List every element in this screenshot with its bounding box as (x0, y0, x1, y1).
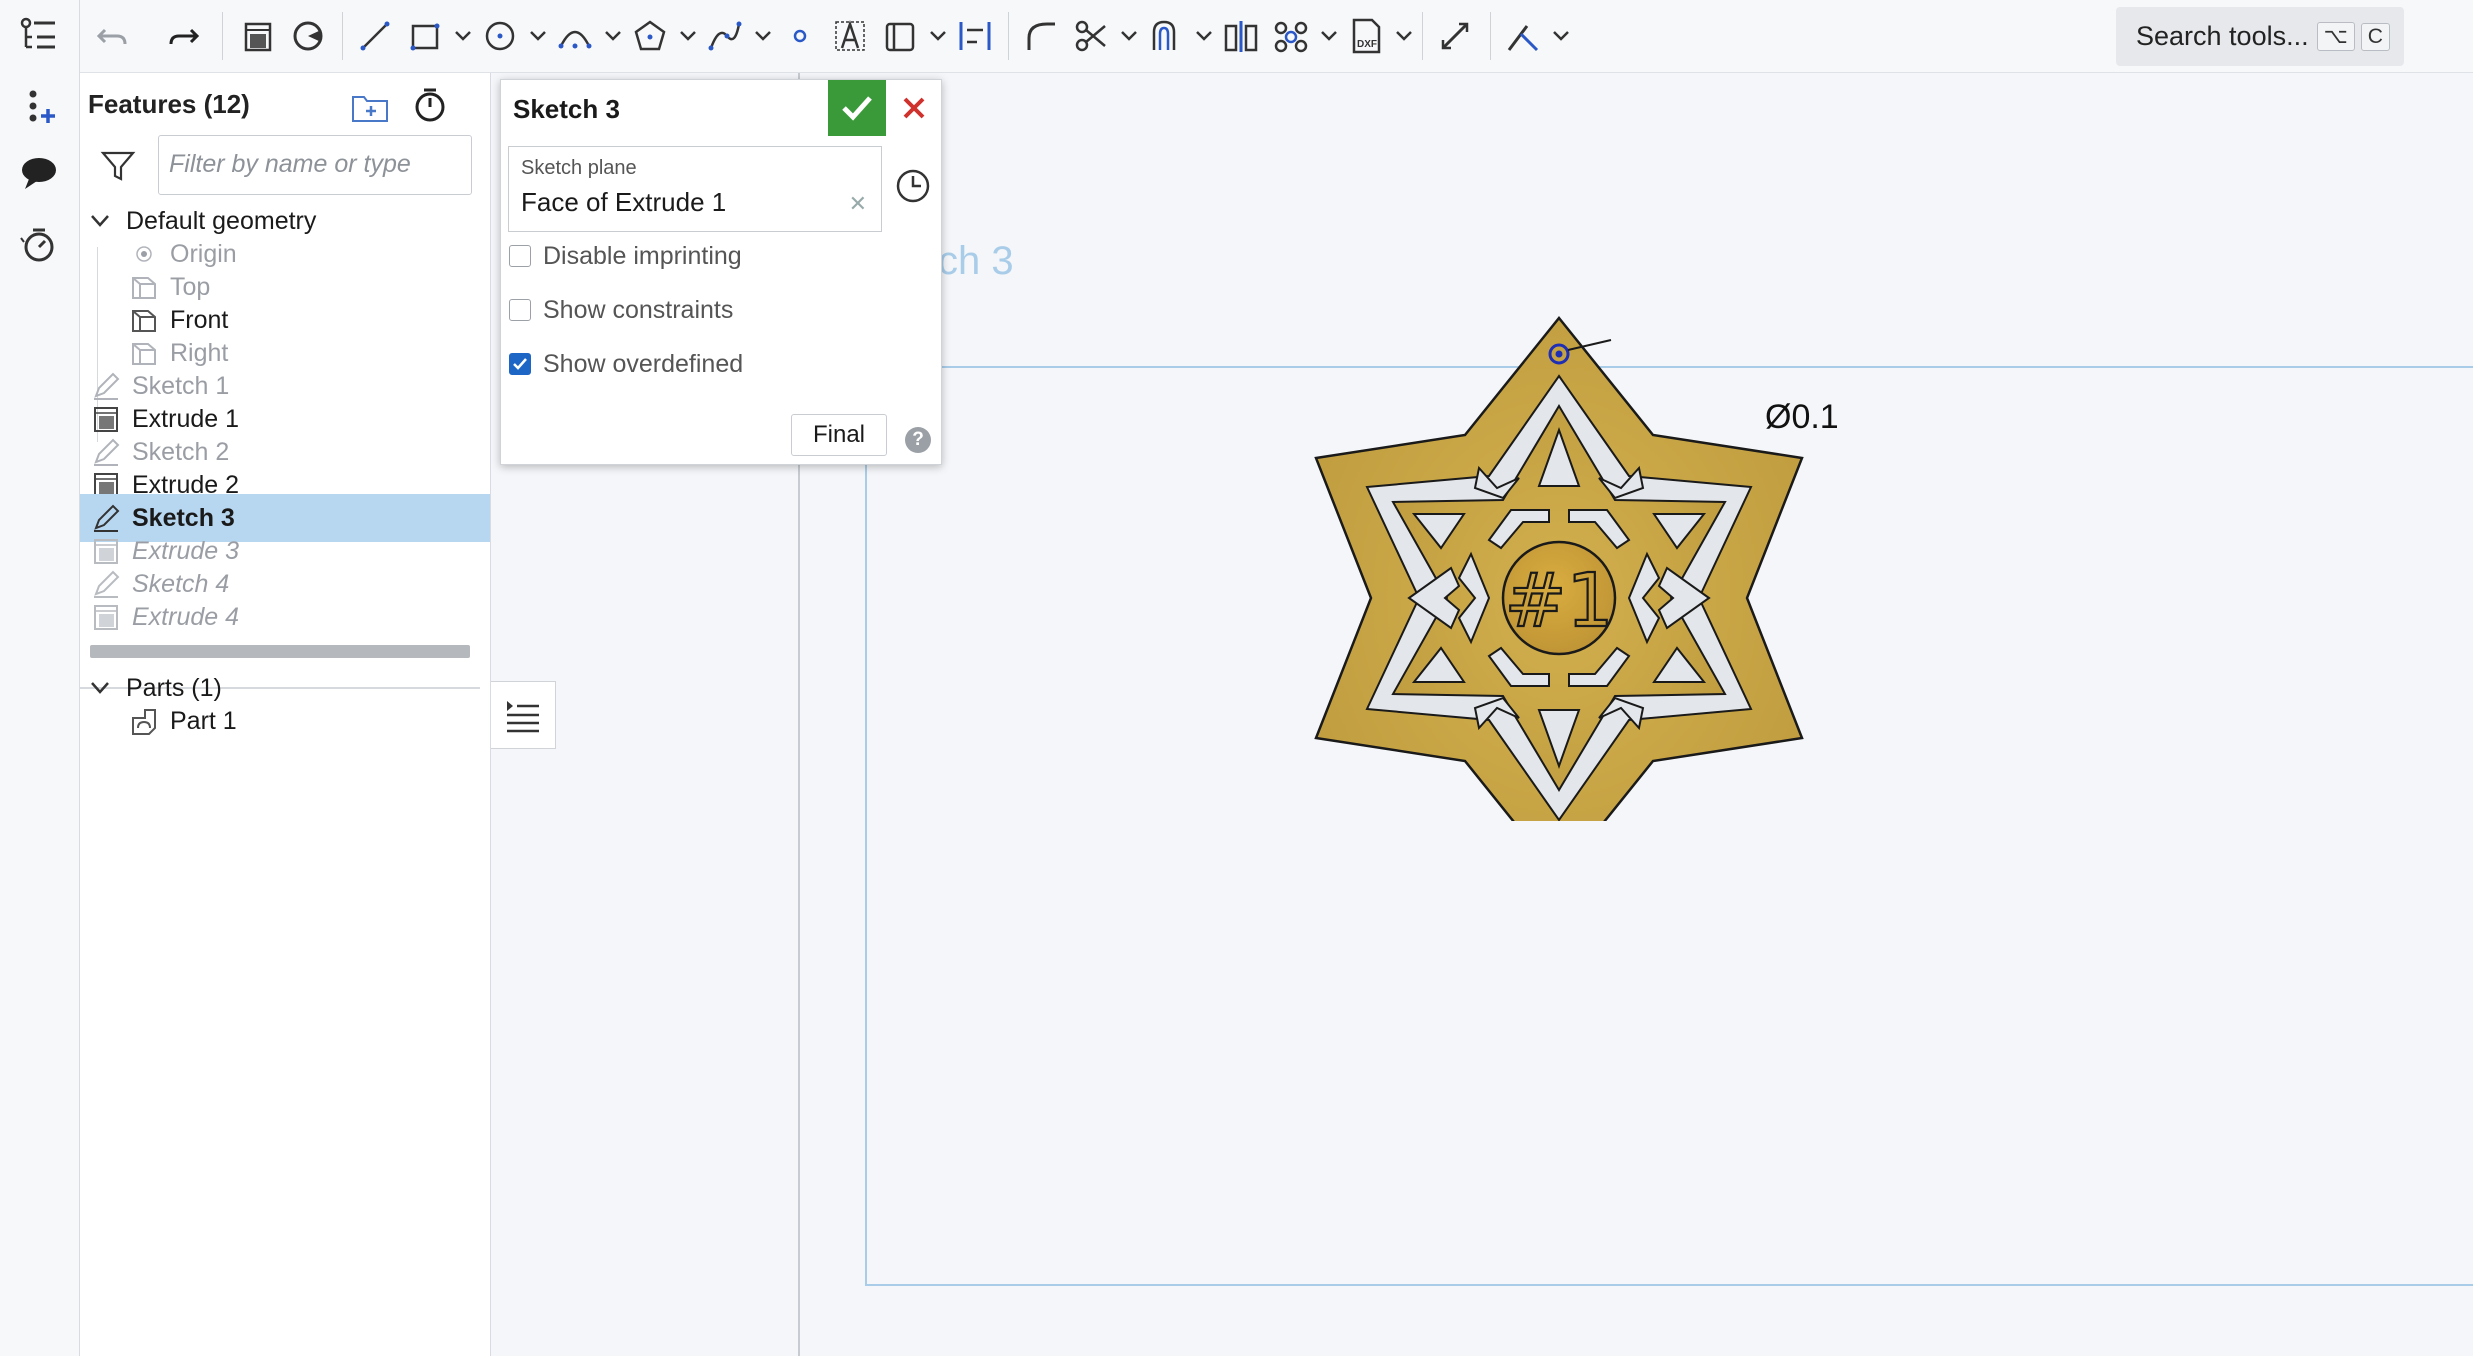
dialog-title: Sketch 3 (513, 94, 620, 124)
rollback-bar[interactable] (90, 645, 470, 658)
circle-icon[interactable] (477, 13, 523, 59)
add-variable-icon[interactable] (16, 83, 62, 129)
cancel-button[interactable] (886, 80, 941, 136)
shortcut-key-option: ⌥ (2316, 22, 2355, 51)
line-icon[interactable] (352, 13, 398, 59)
offset-icon[interactable] (1143, 13, 1189, 59)
timer-icon[interactable] (16, 222, 62, 268)
check-icon (842, 96, 872, 121)
extrude-feature-icon (90, 601, 122, 633)
intersect-icon[interactable] (1500, 13, 1546, 59)
pattern-dropdown-chevron-down-icon[interactable] (1318, 22, 1340, 50)
sketch-dialog: Sketch 3 Sketch plane Face of Extrude 1 … (500, 79, 942, 465)
list-indent-icon (507, 701, 539, 733)
trim-dropdown-chevron-down-icon[interactable] (1118, 22, 1140, 50)
show-overdefined-checkbox[interactable]: Show overdefined (509, 346, 743, 382)
fillet-icon[interactable] (1018, 13, 1064, 59)
construction-dropdown-chevron-down-icon[interactable] (927, 22, 949, 50)
center-number: #1 (1504, 558, 1613, 644)
circle-dropdown-chevron-down-icon[interactable] (527, 22, 549, 50)
history-clock-icon[interactable] (893, 166, 933, 206)
chevron-down-icon[interactable] (90, 681, 110, 695)
filter-input[interactable]: Filter by name or type (158, 135, 472, 195)
part-label: Part 1 (170, 706, 237, 735)
show-overdefined-label: Show overdefined (543, 349, 744, 378)
close-icon (903, 97, 924, 119)
redo-icon[interactable] (160, 13, 206, 59)
undo-icon[interactable] (90, 13, 136, 59)
spline-dropdown-chevron-down-icon[interactable] (752, 22, 774, 50)
chevron-down-icon[interactable] (90, 214, 110, 228)
comments-icon[interactable] (16, 150, 62, 196)
text-icon[interactable] (827, 13, 873, 59)
arc-icon[interactable] (552, 13, 598, 59)
trim-icon[interactable] (1068, 13, 1114, 59)
revolve-icon[interactable] (285, 13, 331, 59)
feature-label: Extrude 4 (132, 602, 240, 631)
checkbox-box (509, 245, 531, 267)
dxf-dropdown-chevron-down-icon[interactable] (1393, 22, 1415, 50)
arc-dropdown-chevron-down-icon[interactable] (602, 22, 624, 50)
part-1-item[interactable]: Part 1 (128, 697, 528, 745)
svg-text:DXF: DXF (1357, 39, 1377, 50)
intersect-dropdown-chevron-down-icon[interactable] (1550, 22, 1572, 50)
star-medallion: #1 (1314, 316, 1804, 821)
checkbox-checked (509, 353, 531, 375)
accept-button[interactable] (828, 80, 886, 136)
pattern-icon[interactable] (1268, 13, 1314, 59)
offset-dropdown-chevron-down-icon[interactable] (1193, 22, 1215, 50)
mirror-icon[interactable] (1218, 13, 1264, 59)
transform-icon[interactable] (1432, 13, 1478, 59)
disable-imprinting-label: Disable imprinting (543, 241, 742, 270)
search-tools-label: Search tools... (2136, 21, 2309, 51)
rollback-timer-icon[interactable] (410, 85, 450, 125)
help-icon[interactable]: ? (905, 427, 931, 453)
polygon-icon[interactable] (627, 13, 673, 59)
show-constraints-label: Show constraints (543, 295, 734, 324)
toolbar: DXF Search tools... ⌥ C (80, 0, 2473, 73)
part-icon (128, 705, 160, 737)
features-title: Features (12) (88, 89, 250, 119)
show-constraints-checkbox[interactable]: Show constraints (509, 292, 733, 328)
disable-imprinting-checkbox[interactable]: Disable imprinting (509, 238, 742, 274)
feature-extrude-4[interactable]: Extrude 4 (90, 593, 490, 641)
rectangle-icon[interactable] (402, 13, 448, 59)
feature-panel: Features (12) Filter by name or type Def… (80, 73, 491, 1356)
align-icon[interactable] (952, 13, 998, 59)
final-button[interactable]: Final (791, 414, 887, 456)
sketch-circle-center[interactable] (1555, 350, 1563, 358)
add-folder-icon[interactable] (350, 89, 390, 125)
shortcut-key-c: C (2360, 22, 2390, 51)
clear-selection-icon[interactable]: ✕ (849, 191, 867, 217)
sketch-plane-field[interactable]: Sketch plane Face of Extrude 1 ✕ (508, 146, 882, 232)
extrude-icon[interactable] (235, 13, 281, 59)
sketch-plane-value: Face of Extrude 1 (521, 187, 727, 217)
sketch-plane-label: Sketch plane (521, 157, 637, 179)
left-app-strip (0, 0, 80, 1356)
diameter-dimension[interactable]: Ø0.1 (1765, 398, 1839, 437)
dxf-icon[interactable]: DXF (1343, 13, 1389, 59)
rectangle-dropdown-chevron-down-icon[interactable] (452, 22, 474, 50)
feature-list-icon[interactable] (16, 12, 62, 58)
point-icon[interactable] (777, 13, 823, 59)
polygon-dropdown-chevron-down-icon[interactable] (677, 22, 699, 50)
filter-icon[interactable] (100, 149, 136, 183)
feature-panel-toggle-button[interactable] (491, 681, 556, 749)
checkbox-box (509, 299, 531, 321)
construction-icon[interactable] (877, 13, 923, 59)
spline-icon[interactable] (702, 13, 748, 59)
search-tools-button[interactable]: Search tools... ⌥ C (2116, 7, 2404, 66)
